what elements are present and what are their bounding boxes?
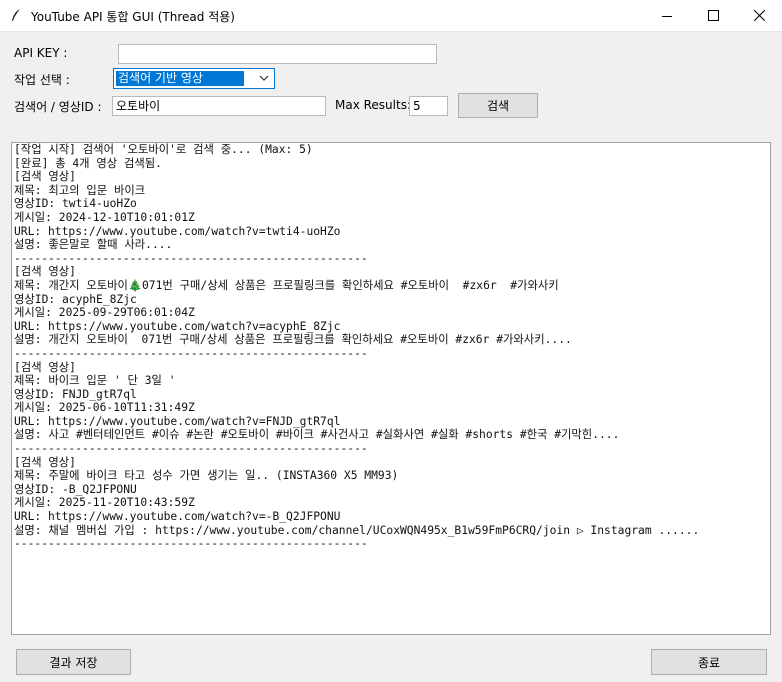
log-line: [검색 영상] [14, 360, 76, 374]
log-line: 영상ID: -B_Q2JFPONU [14, 482, 137, 496]
log-line: ----------------------------------------… [14, 537, 368, 551]
log-line: 제목: 개간지 오토바이🎄071번 구매/상세 상품은 프로필링크를 확인하세요… [14, 278, 559, 292]
log-line: 게시일: 2024-12-10T10:01:01Z [14, 210, 195, 224]
search-button[interactable]: 검색 [458, 93, 538, 118]
max-results-input[interactable]: 5 [409, 96, 448, 116]
task-select-label: 작업 선택 : [14, 73, 70, 87]
log-line: ----------------------------------------… [14, 442, 368, 456]
maximize-icon [707, 10, 719, 21]
task-select-dropdown[interactable]: 검색어 기반 영상 [113, 68, 275, 89]
log-line: ----------------------------------------… [14, 346, 368, 360]
maximize-button[interactable] [690, 0, 736, 31]
close-icon [753, 10, 765, 21]
log-line: URL: https://www.youtube.com/watch?v=FNJ… [14, 414, 341, 428]
log-line: 영상ID: FNJD_gtR7ql [14, 387, 137, 401]
log-line: URL: https://www.youtube.com/watch?v=-B_… [14, 510, 341, 524]
exit-button[interactable]: 종료 [651, 649, 767, 675]
title-bar: YouTube API 통합 GUI (Thread 적용) [0, 0, 782, 32]
log-lines: [작업 시작] 검색어 '오토바이'로 검색 중... (Max: 5) [완료]… [12, 143, 770, 551]
log-line: 제목: 바이크 입문 ' 단 3일 ' [14, 374, 176, 388]
log-line: URL: https://www.youtube.com/watch?v=acy… [14, 319, 341, 333]
task-select-value: 검색어 기반 영상 [116, 71, 244, 86]
feather-icon [12, 9, 20, 21]
log-line: ----------------------------------------… [14, 251, 368, 265]
window-title: YouTube API 통합 GUI (Thread 적용) [31, 10, 235, 24]
api-key-input[interactable] [118, 44, 437, 64]
log-line: 게시일: 2025-06-10T11:31:49Z [14, 401, 195, 415]
minimize-icon [662, 15, 672, 17]
log-line: 설명: 채널 멤버십 가입 : https://www.youtube.com/… [14, 523, 700, 537]
log-line: [검색 영상] [14, 265, 76, 279]
log-line: 영상ID: twti4-uoHZo [14, 197, 137, 211]
api-key-label: API KEY : [14, 46, 68, 60]
log-line: [완료] 총 4개 영상 검색됨. [14, 156, 162, 170]
log-line: 제목: 주말에 바이크 타고 성수 가면 생기는 일.. (INSTA360 X… [14, 469, 399, 483]
log-line: [작업 시작] 검색어 '오토바이'로 검색 중... (Max: 5) [14, 143, 313, 156]
minimize-button[interactable] [644, 0, 690, 31]
query-input[interactable]: 오토바이 [112, 96, 326, 116]
log-line: 영상ID: acyphE_8Zjc [14, 292, 137, 306]
save-results-button[interactable]: 결과 저장 [16, 649, 131, 675]
log-line: URL: https://www.youtube.com/watch?v=twt… [14, 224, 341, 238]
log-line: 설명: 사고 #벤터테인먼트 #이슈 #논란 #오토바이 #바이크 #사건사고 … [14, 428, 620, 442]
log-line: 제목: 최고의 입문 바이크 [14, 183, 146, 197]
close-button[interactable] [736, 0, 782, 31]
log-line: 설명: 개간지 오토바이 071번 구매/상세 상품은 프로필링크를 확인하세요… [14, 333, 572, 347]
log-line: 설명: 좋은말로 할때 사라.... [14, 238, 173, 252]
log-line: [검색 영상] [14, 170, 76, 184]
max-results-label: Max Results: [335, 98, 411, 112]
log-line: 게시일: 2025-09-29T06:01:04Z [14, 306, 195, 320]
log-output[interactable]: [작업 시작] 검색어 '오토바이'로 검색 중... (Max: 5) [완료]… [11, 142, 771, 635]
chevron-down-icon [259, 75, 269, 81]
query-label: 검색어 / 영상ID : [14, 100, 102, 114]
log-line: [검색 영상] [14, 455, 76, 469]
log-line: 게시일: 2025-11-20T10:43:59Z [14, 496, 195, 510]
